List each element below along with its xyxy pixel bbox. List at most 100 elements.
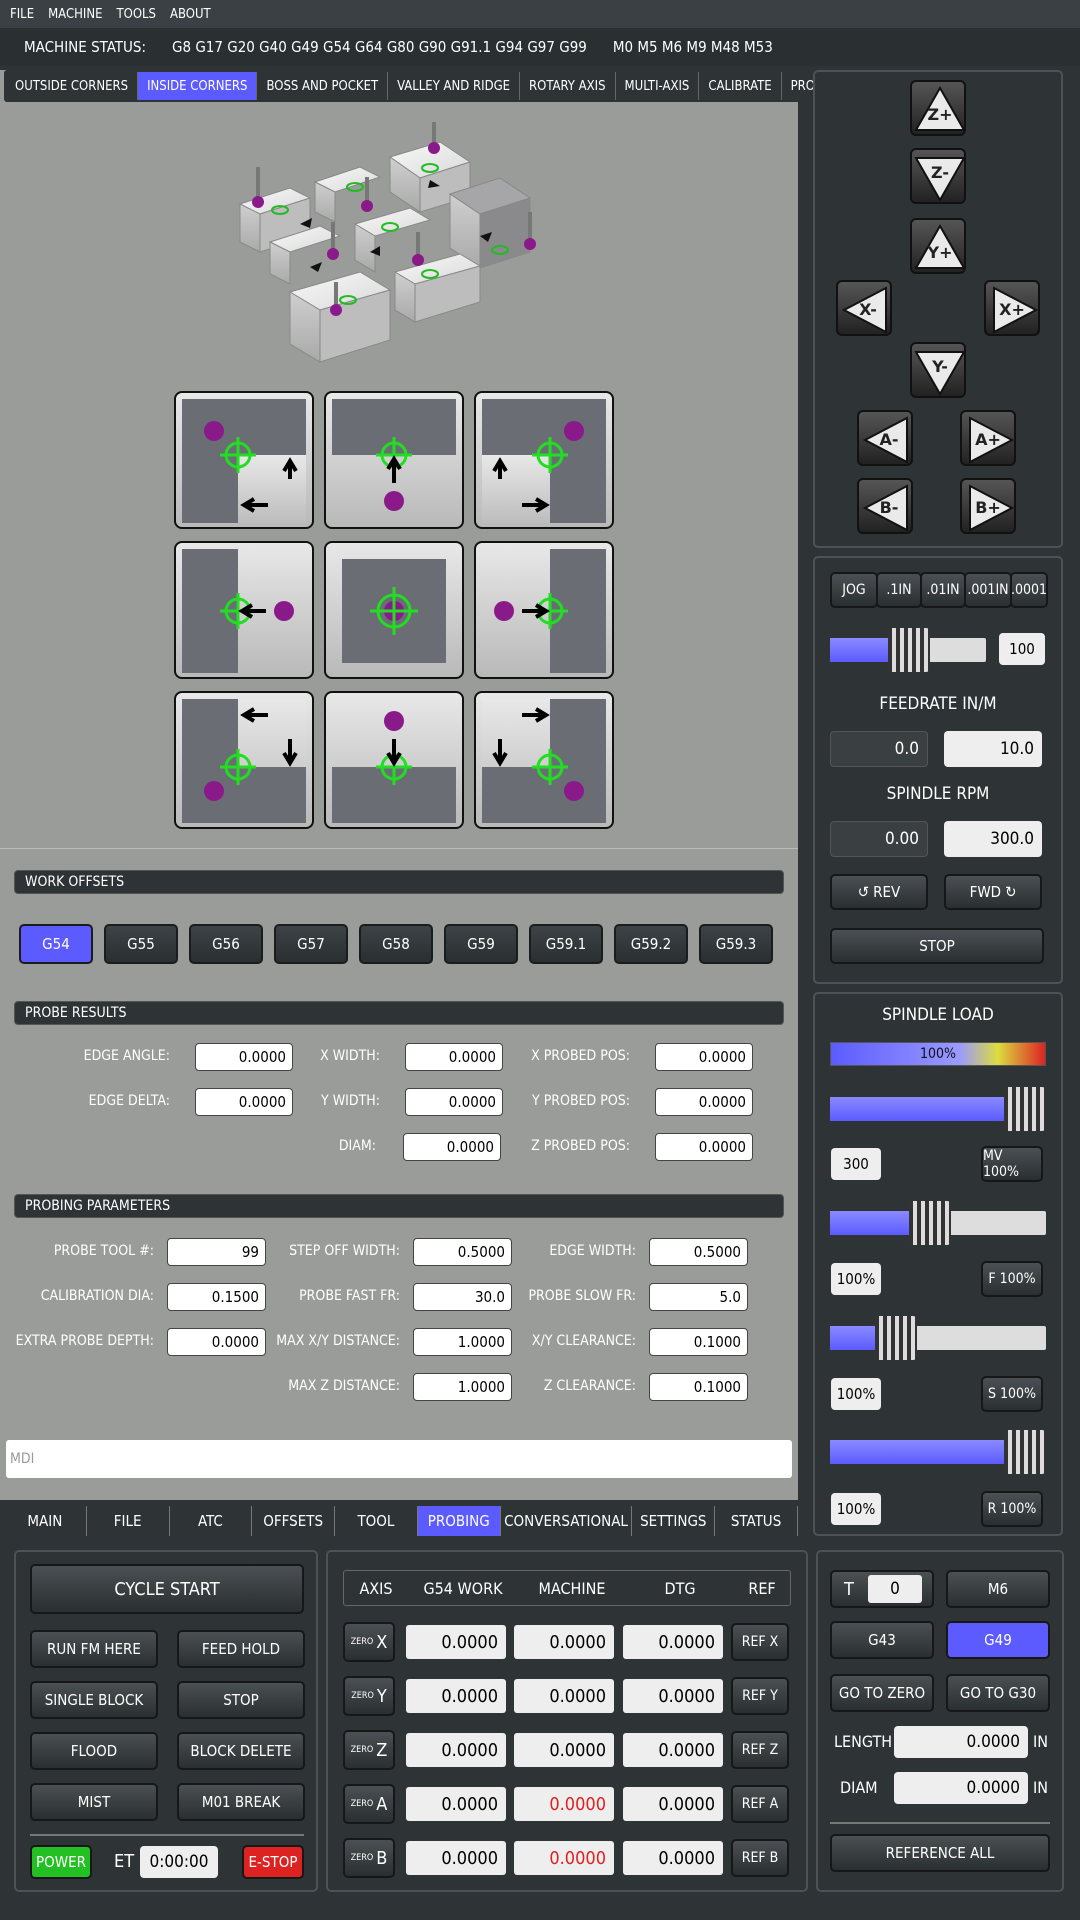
s-100-button[interactable]: S 100% [981,1376,1043,1412]
override-slider-mv[interactable] [830,1087,1046,1131]
tab-rotary-axis[interactable]: ROTARY AXIS [520,72,616,100]
g58-button[interactable]: G58 [359,924,433,964]
xy-clearance-input[interactable]: 0.1000 [649,1328,748,1356]
cycle-start-button[interactable]: CYCLE START [30,1564,304,1614]
nav-main[interactable]: MAIN [4,1506,87,1536]
go-to-g30-button[interactable]: GO TO G30 [946,1674,1050,1712]
g59-3-button[interactable]: G59.3 [699,924,773,964]
override-knob-rapid[interactable] [1004,1430,1046,1474]
override-slider-feed[interactable] [830,1201,1046,1245]
tab-calibrate[interactable]: CALIBRATE [699,72,782,100]
tab-boss-and-pocket[interactable]: BOSS AND POCKET [257,72,389,100]
menu-about[interactable]: ABOUT [170,7,211,22]
jog-xm-button[interactable]: X- [836,280,892,336]
increment-0-01-button[interactable]: .01IN [920,572,966,608]
probe-inside-bottom[interactable] [324,691,464,829]
zero-y-button[interactable]: ZERO Y [343,1676,395,1716]
nav-status[interactable]: STATUS [715,1506,798,1536]
r-100-button[interactable]: R 100% [981,1491,1043,1527]
m6-button[interactable]: M6 [946,1570,1050,1608]
ref-x-button[interactable]: REF X [731,1623,789,1661]
m01-break-button[interactable]: M01 BREAK [177,1783,305,1821]
jog-bp-button[interactable]: B+ [960,478,1016,534]
nav-settings[interactable]: SETTINGS [632,1506,716,1536]
probe-fast-fr-input[interactable]: 30.0 [413,1283,512,1311]
jog-mode-button[interactable]: JOG [830,572,878,608]
max-xy-distance-input[interactable]: 1.0000 [413,1328,512,1356]
g59-button[interactable]: G59 [444,924,518,964]
zero-z-button[interactable]: ZERO Z [343,1730,395,1770]
g59-1-button[interactable]: G59.1 [529,924,603,964]
override-slider-spindle[interactable] [830,1316,1046,1360]
probe-tool-input[interactable]: 99 [167,1238,266,1266]
override-knob-spindle[interactable] [874,1316,917,1360]
flood-button[interactable]: FLOOD [30,1732,158,1770]
g54-button[interactable]: G54 [19,924,93,964]
reference-all-button[interactable]: REFERENCE ALL [830,1834,1050,1872]
tab-valley-and-ridge[interactable]: VALLEY AND RIDGE [388,72,521,100]
jog-zm-button[interactable]: Z- [910,148,966,204]
mist-button[interactable]: MIST [30,1783,158,1821]
jog-xp-button[interactable]: X+ [984,280,1040,336]
z-clearance-input[interactable]: 0.1000 [649,1373,748,1401]
step-off-width-input[interactable]: 0.5000 [413,1238,512,1266]
ref-b-button[interactable]: REF B [731,1839,789,1877]
estop-button[interactable]: E-STOP [242,1845,304,1879]
mdi-input[interactable]: MDI [6,1440,792,1478]
override-slider-rapid[interactable] [830,1430,1046,1474]
jog-bm-button[interactable]: B- [857,478,913,534]
zero-a-button[interactable]: ZERO A [343,1784,395,1824]
jog-ap-button[interactable]: A+ [960,410,1016,466]
jog-rate-knob[interactable] [888,628,930,672]
jog-am-button[interactable]: A- [857,410,913,466]
tab-multi-axis[interactable]: MULTI-AXIS [615,72,700,100]
menu-file[interactable]: FILE [10,7,34,22]
mv-100-button[interactable]: MV 100% [981,1146,1043,1182]
probe-slow-fr-input[interactable]: 5.0 [649,1283,748,1311]
spindle-rev-button[interactable]: ↺ REV [830,874,928,910]
increment-0-0001-button[interactable]: .0001 [1010,572,1048,608]
zero-x-button[interactable]: ZERO X [343,1622,395,1662]
max-z-distance-input[interactable]: 1.0000 [413,1373,512,1401]
probe-inside-bottom-right[interactable] [474,691,614,829]
tab-outside-corners[interactable]: OUTSIDE CORNERS [6,72,139,100]
g43-button[interactable]: G43 [830,1621,934,1659]
spindle-rpm-set-input[interactable]: 300.0 [944,821,1042,857]
edge-width-input[interactable]: 0.5000 [649,1238,748,1266]
block-delete-button[interactable]: BLOCK DELETE [177,1732,305,1770]
feed-hold-button[interactable]: FEED HOLD [177,1630,305,1668]
override-knob-feed[interactable] [909,1201,952,1245]
nav-probing[interactable]: PROBING [417,1506,501,1536]
jog-rate-slider[interactable] [830,628,986,672]
nav-atc[interactable]: ATC [170,1506,253,1536]
g59-2-button[interactable]: G59.2 [614,924,688,964]
menu-machine[interactable]: MACHINE [48,7,102,22]
zero-b-button[interactable]: ZERO B [343,1838,395,1878]
override-knob-mv[interactable] [1004,1087,1046,1131]
jog-yp-button[interactable]: Y+ [910,218,966,274]
probe-inside-top-left[interactable] [174,391,314,529]
ref-z-button[interactable]: REF Z [731,1731,789,1769]
jog-ym-button[interactable]: Y- [910,342,966,398]
f-100-button[interactable]: F 100% [981,1261,1043,1297]
g55-button[interactable]: G55 [104,924,178,964]
menu-tools[interactable]: TOOLS [117,7,157,22]
power-button[interactable]: POWER [30,1845,92,1879]
jog-zp-button[interactable]: Z+ [910,80,966,136]
stop-button[interactable]: STOP [177,1681,305,1719]
run-from-here-button[interactable]: RUN FM HERE [30,1630,158,1668]
probe-inside-top-right[interactable] [474,391,614,529]
spindle-fwd-button[interactable]: FWD ↻ [944,874,1042,910]
probe-inside-center[interactable] [324,541,464,679]
nav-conversational[interactable]: CONVERSATIONAL [501,1506,633,1536]
g49-button[interactable]: G49 [946,1621,1050,1659]
tool-number-input[interactable]: 0 [868,1575,922,1603]
g56-button[interactable]: G56 [189,924,263,964]
spindle-stop-button[interactable]: STOP [830,928,1044,964]
go-to-zero-button[interactable]: GO TO ZERO [830,1674,934,1712]
nav-file[interactable]: FILE [87,1506,170,1536]
probe-inside-left[interactable] [174,541,314,679]
tab-inside-corners[interactable]: INSIDE CORNERS [138,72,258,100]
ref-y-button[interactable]: REF Y [731,1677,789,1715]
feedrate-set-input[interactable]: 10.0 [944,731,1042,767]
